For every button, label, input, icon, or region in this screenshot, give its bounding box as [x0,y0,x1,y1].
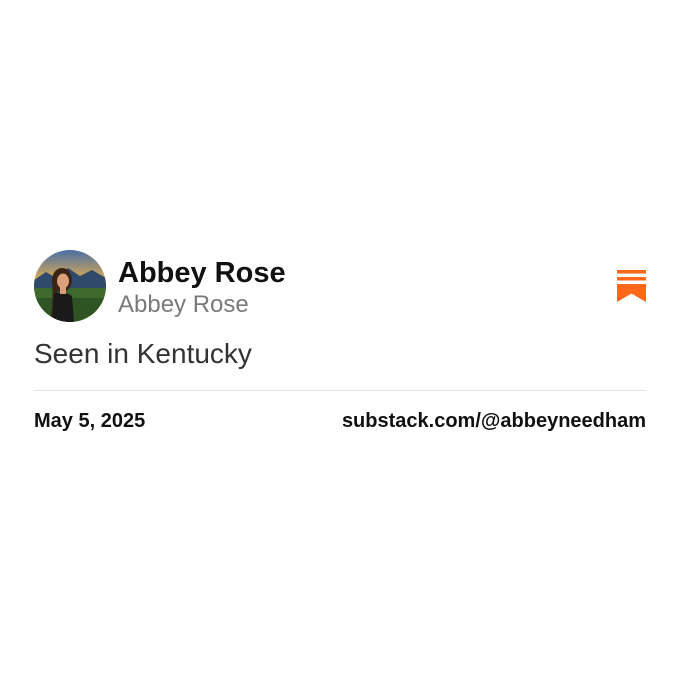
avatar[interactable] [34,250,106,322]
substack-logo-svg [617,270,646,302]
author-display-name[interactable]: Abbey Rose [118,256,286,290]
avatar-photo [34,250,106,322]
substack-logo-icon[interactable] [617,270,646,302]
divider [34,390,646,391]
source-link[interactable]: substack.com/@abbeyneedham [342,408,646,434]
post-header: Abbey Rose Abbey Rose [34,250,646,324]
post-footer: May 5, 2025 substack.com/@abbeyneedham [34,408,646,434]
post-card: Abbey Rose Abbey Rose Seen in Kentucky M… [34,250,646,434]
post-date: May 5, 2025 [34,410,146,432]
author-handle[interactable]: Abbey Rose [118,290,286,320]
post-text: Seen in Kentucky [34,338,252,369]
author-names: Abbey Rose Abbey Rose [118,256,286,320]
